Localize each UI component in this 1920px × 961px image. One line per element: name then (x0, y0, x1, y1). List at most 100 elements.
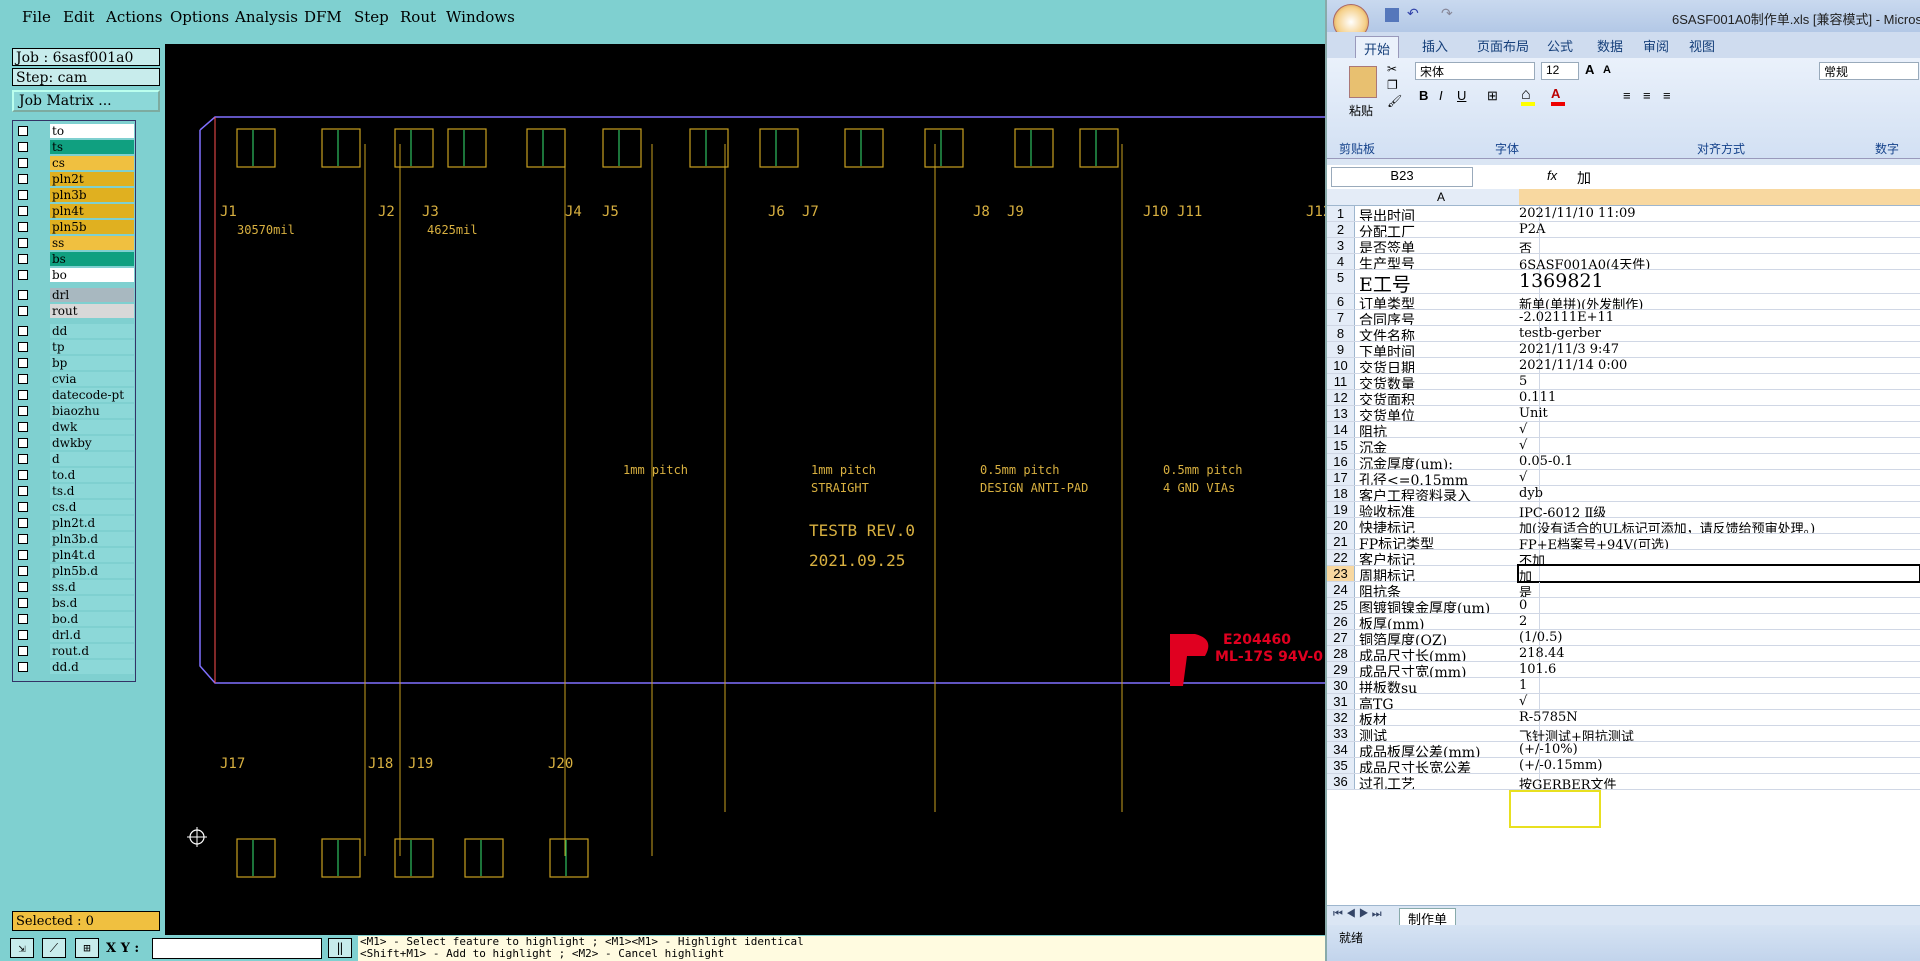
layer-checkbox[interactable] (18, 438, 28, 448)
table-row[interactable]: 10 交货日期 2021/11/14 0:00 (1327, 358, 1920, 374)
cut-icon[interactable]: ✂ (1387, 62, 1397, 76)
menu-windows[interactable]: Windows (446, 8, 515, 26)
ribbon-tab[interactable]: 页面布局 (1477, 36, 1529, 55)
layer-name[interactable]: bo.d (50, 612, 134, 627)
cell-b[interactable]: R-5785N (1519, 710, 1919, 725)
cell-b[interactable]: 不加 (1519, 550, 1919, 565)
table-row[interactable]: 12 交货面积 0.111 (1327, 390, 1920, 406)
undo-icon[interactable]: ↶ (1407, 5, 1419, 22)
table-row[interactable]: 7 合同序号 -2.02111E+11 (1327, 310, 1920, 326)
table-row[interactable]: 30 拼板数su 1 (1327, 678, 1920, 694)
font-name-select[interactable]: 宋体 (1415, 62, 1535, 80)
layer-name[interactable]: cs (50, 156, 134, 171)
layer-checkbox[interactable] (18, 566, 28, 576)
layer-name[interactable]: bs (50, 252, 134, 267)
table-row[interactable]: 22 客户标记 不加 (1327, 550, 1920, 566)
layer-name[interactable]: pln2t (50, 172, 134, 187)
align-right-icon[interactable]: ≡ (1663, 88, 1671, 103)
row-number[interactable]: 22 (1327, 550, 1355, 565)
menu-step[interactable]: Step (354, 8, 389, 26)
cell-a[interactable]: 板材 (1359, 710, 1540, 725)
layer-name[interactable]: ts (50, 140, 134, 155)
cell-a[interactable]: 成品尺寸长(mm) (1359, 646, 1540, 661)
xy-input[interactable] (152, 938, 322, 959)
layer-row[interactable]: cs (13, 156, 134, 171)
ribbon-tab[interactable]: 开始 (1355, 36, 1400, 60)
layer-name[interactable]: tp (50, 340, 134, 355)
layer-checkbox[interactable] (18, 306, 28, 316)
layer-name[interactable]: bs.d (50, 596, 134, 611)
layer-checkbox[interactable] (18, 238, 28, 248)
layer-row[interactable]: bs (13, 252, 134, 267)
row-number[interactable]: 6 (1327, 294, 1355, 309)
layer-checkbox[interactable] (18, 630, 28, 640)
layer-name[interactable]: pln2t.d (50, 516, 134, 531)
cell-a[interactable]: 文件名称 (1359, 326, 1540, 341)
layer-row[interactable]: bo (13, 268, 134, 283)
layer-checkbox[interactable] (18, 142, 28, 152)
table-row[interactable]: 11 交货数量 5 (1327, 374, 1920, 390)
layer-name[interactable]: rout (50, 304, 134, 319)
cell-a[interactable]: 板厚(mm) (1359, 614, 1540, 629)
table-row[interactable]: 23 周期标记加 (1327, 564, 1920, 583)
cell-a[interactable]: 成品尺寸宽(mm) (1359, 662, 1540, 677)
layer-name[interactable]: cvia (50, 372, 134, 387)
cell-a[interactable]: 生产型号 (1359, 254, 1540, 269)
select-tool-icon[interactable]: ⇲ (10, 938, 34, 958)
cell-a[interactable]: 铜箔厚度(OZ) (1359, 630, 1540, 645)
cell-a[interactable]: 下单时间 (1359, 342, 1540, 357)
layer-row[interactable]: drl.d (13, 628, 134, 643)
row-number[interactable]: 3 (1327, 238, 1355, 253)
layer-name[interactable]: pln3b.d (50, 532, 134, 547)
table-row[interactable]: 26 板厚(mm) 2 (1327, 614, 1920, 630)
copy-icon[interactable]: ❐ (1387, 78, 1398, 92)
cell-a[interactable]: 交货数量 (1359, 374, 1540, 389)
cell-a[interactable]: 过孔工艺 (1359, 774, 1540, 789)
cell-b[interactable]: 218.44 (1519, 646, 1919, 661)
layer-name[interactable]: dd (50, 324, 134, 339)
pause-icon[interactable]: ‖ (328, 938, 352, 958)
cell-b[interactable]: 1 (1519, 678, 1919, 693)
table-row[interactable]: 3 是否签单否 (1327, 238, 1920, 254)
layer-name[interactable]: datecode-pt (50, 388, 134, 403)
layer-checkbox[interactable] (18, 646, 28, 656)
sheet-nav-icon[interactable]: ⏮ ◀ ▶ ⏭ (1333, 908, 1382, 921)
row-number[interactable]: 16 (1327, 454, 1355, 469)
cell-b[interactable]: P2A (1519, 222, 1919, 237)
fx-icon[interactable]: fx (1547, 168, 1557, 183)
layer-checkbox[interactable] (18, 662, 28, 672)
paste-label[interactable]: 粘贴 (1349, 102, 1373, 119)
table-row[interactable]: 25 图镀铜镍金厚度(um) 0 (1327, 598, 1920, 614)
layer-checkbox[interactable] (18, 326, 28, 336)
layer-checkbox[interactable] (18, 126, 28, 136)
row-number[interactable]: 2 (1327, 222, 1355, 237)
table-row[interactable]: 34 成品板厚公差(mm) (+/-10%) (1327, 742, 1920, 758)
graphics-canvas[interactable]: J1 J2 J3 J4 J5 J6 J7 J8 J9 J10 J11 J12 J17 J18 J19 J20 3… (165, 44, 1325, 935)
table-row[interactable]: 35 成品尺寸长宽公差 (+/-0.15mm) (1327, 758, 1920, 774)
cell-b[interactable]: √ (1519, 422, 1919, 437)
cell-b[interactable]: 6SASF001A0(4天件) (1519, 254, 1919, 269)
cell-b[interactable]: IPC-6012 Ⅱ级 (1519, 502, 1919, 517)
table-row[interactable]: 16 沉金厚度(um): 0.05-0.1 (1327, 454, 1920, 470)
table-row[interactable]: 8 文件名称 testb-gerber (1327, 326, 1920, 342)
layer-checkbox[interactable] (18, 358, 28, 368)
layer-row[interactable]: pln2t.d (13, 516, 134, 531)
layer-name[interactable]: ss (50, 236, 134, 251)
cell-a[interactable]: 交货日期 (1359, 358, 1540, 373)
layer-checkbox[interactable] (18, 534, 28, 544)
row-number[interactable]: 32 (1327, 710, 1355, 725)
row-number[interactable]: 9 (1327, 342, 1355, 357)
layer-name[interactable]: drl (50, 288, 134, 303)
layer-checkbox[interactable] (18, 614, 28, 624)
layer-row[interactable]: tp (13, 340, 134, 355)
ribbon-tab[interactable]: 插入 (1422, 36, 1448, 55)
table-row[interactable]: 17 孔径<=0.15mm √ (1327, 470, 1920, 486)
layer-row[interactable]: pln5b (13, 220, 134, 235)
row-number[interactable]: 19 (1327, 502, 1355, 517)
table-row[interactable]: 9 下单时间 2021/11/3 9:47 (1327, 342, 1920, 358)
cell-b[interactable]: dyb (1519, 486, 1919, 501)
cell-b[interactable]: Unit (1519, 406, 1919, 421)
layer-name[interactable]: to.d (50, 468, 134, 483)
cell-a[interactable]: 拼板数su (1359, 678, 1540, 693)
font-color-icon[interactable]: A (1551, 86, 1565, 106)
